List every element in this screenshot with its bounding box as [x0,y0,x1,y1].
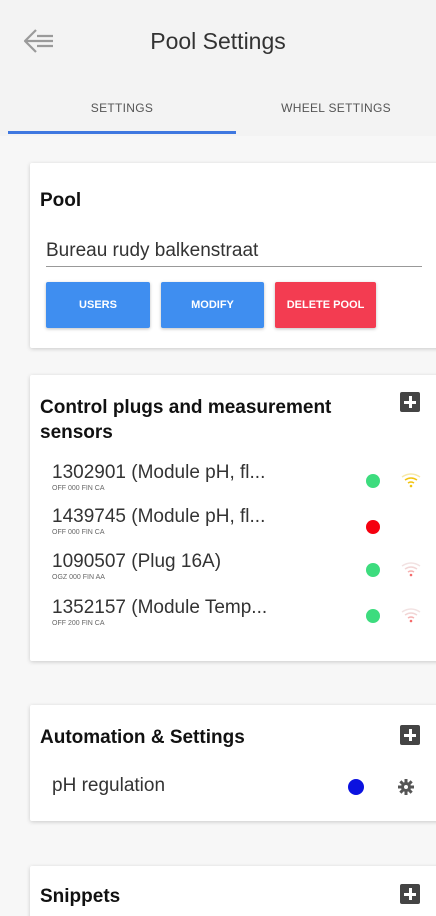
plug-sublabel: OFF 000 FIN CA [52,485,105,492]
automation-title: Automation & Settings [40,727,245,748]
tab-wheel-settings[interactable]: WHEEL SETTINGS [236,88,436,136]
pool-card-title: Pool [40,190,82,211]
tab-settings[interactable]: SETTINGS [8,88,236,136]
plug-row-1302901[interactable]: 1302901 (Module pH, fl... OFF 000 FIN CA [52,462,432,502]
plug-label: 1090507 (Plug 16A) [52,551,222,572]
app-bar: Pool Settings [0,0,436,88]
yellow-wifi-icon [401,473,421,488]
plug-label: 1352157 (Module Temp... [52,597,268,618]
snippets-card: Snippets [30,866,436,916]
add-plug-icon[interactable] [400,392,420,412]
tab-bar: SETTINGS WHEEL SETTINGS [0,88,436,136]
pool-card: Pool USERS MODIFY DELETE POOL [30,163,436,348]
red-wifi-icon [401,562,421,577]
plug-sublabel: OFF 000 FIN CA [52,529,105,536]
plug-row-1439745[interactable]: 1439745 (Module pH, fl... OFF 000 FIN CA [52,506,432,546]
add-automation-icon[interactable] [400,725,420,745]
plug-sublabel: OGZ 000 FIN AA [52,574,105,581]
control-plugs-card: Control plugs and measurement sensors 13… [30,375,436,661]
status-dot-green [366,609,380,623]
plug-label: 1439745 (Module pH, fl... [52,506,266,527]
status-dot-green [366,563,380,577]
automation-settings-card: Automation & Settings pH regulation [30,705,436,821]
status-dot-blue [348,779,364,795]
control-plugs-title: Control plugs and measurement sensors [40,395,331,445]
ph-regulation-label[interactable]: pH regulation [52,775,165,797]
snippets-title: Snippets [40,886,121,907]
active-tab-indicator [8,131,236,134]
control-plugs-title-line1: Control plugs and measurement [40,397,332,418]
plug-sublabel: OFF 200 FIN CA [52,620,105,627]
pool-name-field[interactable] [46,235,422,267]
gear-icon[interactable] [397,778,415,796]
page-title: Pool Settings [150,28,286,54]
status-dot-green [366,474,380,488]
plug-label: 1302901 (Module pH, fl... [52,462,266,483]
add-snippet-icon[interactable] [400,884,420,904]
delete-pool-button[interactable]: DELETE POOL [275,282,376,328]
status-dot-red [366,520,380,534]
plug-row-1352157[interactable]: 1352157 (Module Temp... OFF 200 FIN CA [52,597,432,637]
plug-row-1090507[interactable]: 1090507 (Plug 16A) OGZ 000 FIN AA [52,551,432,591]
red-wifi-icon [401,608,421,623]
control-plugs-title-line2: sensors [40,422,113,443]
users-button[interactable]: USERS [46,282,150,328]
modify-button[interactable]: MODIFY [161,282,264,328]
